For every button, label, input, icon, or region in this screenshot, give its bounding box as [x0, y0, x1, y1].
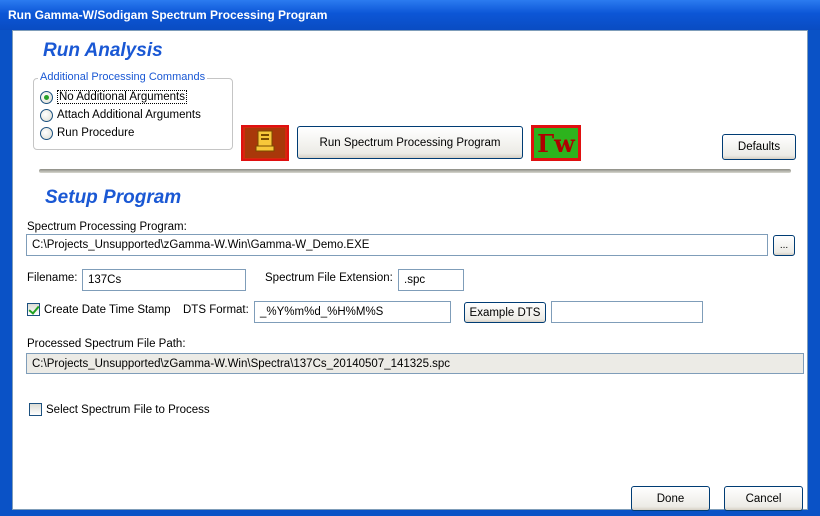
example-dts-button[interactable]: Example DTS — [464, 302, 546, 323]
radio-run-procedure[interactable]: Run Procedure — [40, 124, 201, 142]
run-spectrum-processing-button[interactable]: Run Spectrum Processing Program — [297, 126, 523, 159]
radio-group: No Additional Arguments Attach Additiona… — [40, 88, 201, 142]
title-bar[interactable]: Run Gamma-W/Sodigam Spectrum Processing … — [0, 0, 820, 30]
radio-button-icon[interactable] — [40, 126, 53, 140]
section-divider — [39, 169, 791, 173]
radio-attach-additional-arguments[interactable]: Attach Additional Arguments — [40, 106, 201, 124]
gamma-w-logo-icon[interactable]: Γw — [531, 125, 581, 161]
radio-no-additional-arguments[interactable]: No Additional Arguments — [40, 88, 201, 106]
radio-label: Run Procedure — [57, 127, 135, 139]
program-file-icon[interactable] — [241, 125, 289, 161]
gamma-w-logo-text: Γw — [537, 128, 575, 158]
checkbox-icon[interactable] — [27, 303, 40, 316]
dts-format-label: DTS Format: — [183, 304, 249, 316]
program-path-label: Spectrum Processing Program: — [27, 221, 187, 233]
radio-label: No Additional Arguments — [57, 90, 187, 104]
example-dts-output[interactable] — [551, 301, 703, 323]
dialog-window: Run Gamma-W/Sodigam Spectrum Processing … — [0, 0, 820, 516]
additional-commands-legend: Additional Processing Commands — [38, 71, 208, 83]
create-dts-label: Create Date Time Stamp — [44, 303, 171, 316]
processed-path-field: C:\Projects_Unsupported\zGamma-W.Win\Spe… — [26, 353, 804, 374]
run-analysis-title: Run Analysis — [43, 40, 163, 61]
dialog-client-area: Run Analysis Additional Processing Comma… — [12, 30, 808, 511]
radio-button-icon[interactable] — [40, 108, 53, 122]
create-dts-checkbox[interactable]: Create Date Time Stamp — [27, 303, 171, 316]
defaults-button[interactable]: Defaults — [722, 134, 796, 160]
filename-input[interactable]: 137Cs — [82, 269, 246, 291]
program-path-input[interactable]: C:\Projects_Unsupported\zGamma-W.Win\Gam… — [26, 234, 768, 256]
processed-path-label: Processed Spectrum File Path: — [27, 338, 186, 350]
setup-program-title: Setup Program — [45, 187, 182, 208]
extension-label: Spectrum File Extension: — [265, 272, 393, 284]
browse-button[interactable]: ... — [773, 235, 795, 256]
select-spectrum-file-checkbox[interactable]: Select Spectrum File to Process — [29, 403, 210, 416]
cancel-button[interactable]: Cancel — [724, 486, 803, 511]
window-title: Run Gamma-W/Sodigam Spectrum Processing … — [8, 8, 328, 22]
filename-label: Filename: — [27, 272, 78, 284]
radio-button-icon[interactable] — [40, 90, 53, 104]
extension-input[interactable]: .spc — [398, 269, 464, 291]
radio-label: Attach Additional Arguments — [57, 109, 201, 121]
document-icon — [245, 128, 285, 158]
checkbox-icon[interactable] — [29, 403, 42, 416]
done-button[interactable]: Done — [631, 486, 710, 511]
select-spectrum-file-label: Select Spectrum File to Process — [46, 403, 210, 416]
dts-format-input[interactable]: _%Y%m%d_%H%M%S — [254, 301, 451, 323]
